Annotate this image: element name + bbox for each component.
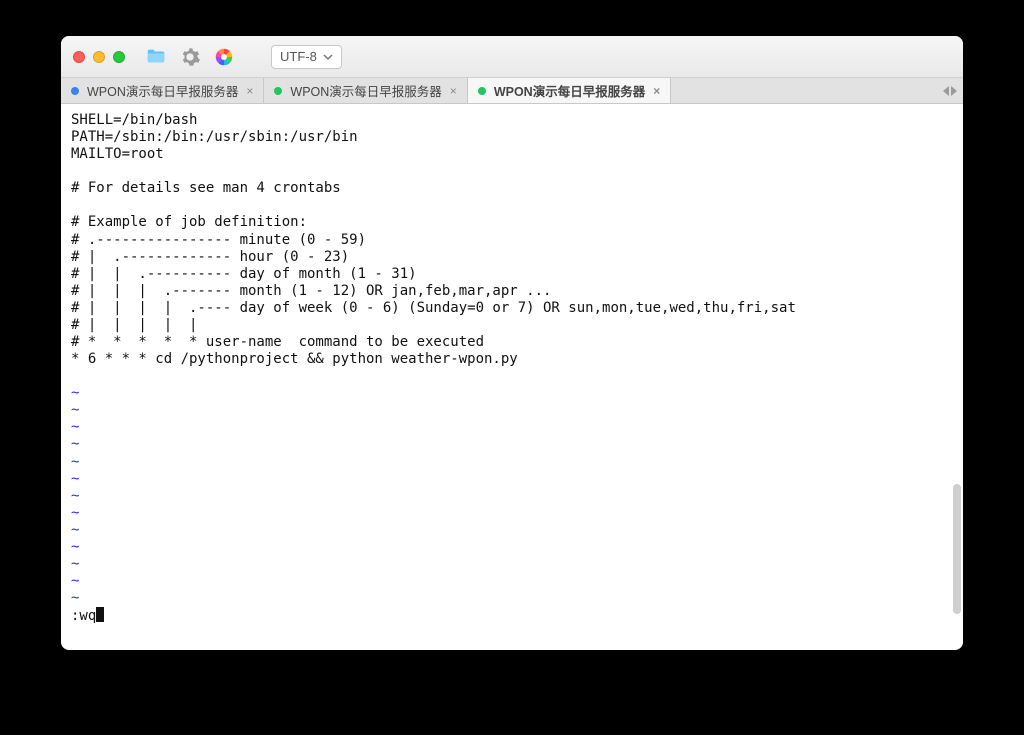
tab-label: WPON演示每日早报服务器: [494, 81, 645, 100]
folder-icon[interactable]: [143, 44, 169, 70]
tab-1[interactable]: WPON演示每日早报服务器 ×: [264, 78, 467, 103]
chevron-down-icon: [323, 52, 333, 62]
close-icon[interactable]: [73, 51, 85, 63]
tabbar: WPON演示每日早报服务器 × WPON演示每日早报服务器 × WPON演示每日…: [61, 78, 963, 104]
vertical-scrollbar[interactable]: [953, 484, 961, 614]
tab-label: WPON演示每日早报服务器: [290, 81, 441, 100]
gear-icon[interactable]: [177, 44, 203, 70]
status-dot-icon: [71, 87, 79, 95]
chevron-right-icon[interactable]: [951, 86, 957, 96]
close-icon[interactable]: ×: [653, 85, 660, 97]
traffic-lights: [73, 51, 125, 63]
tab-2[interactable]: WPON演示每日早报服务器 ×: [468, 78, 671, 103]
status-dot-icon: [274, 87, 282, 95]
tab-scroller[interactable]: [943, 78, 963, 103]
editor-content[interactable]: SHELL=/bin/bash PATH=/sbin:/bin:/usr/sbi…: [61, 104, 963, 650]
editor-area[interactable]: SHELL=/bin/bash PATH=/sbin:/bin:/usr/sbi…: [61, 104, 963, 650]
color-wheel-icon[interactable]: [211, 44, 237, 70]
close-icon[interactable]: ×: [246, 85, 253, 97]
status-dot-icon: [478, 87, 486, 95]
minimize-icon[interactable]: [93, 51, 105, 63]
encoding-label: UTF-8: [280, 49, 317, 64]
tab-0[interactable]: WPON演示每日早报服务器 ×: [61, 78, 264, 103]
chevron-left-icon[interactable]: [943, 86, 949, 96]
zoom-icon[interactable]: [113, 51, 125, 63]
titlebar: UTF-8: [61, 36, 963, 78]
encoding-select[interactable]: UTF-8: [271, 45, 342, 69]
terminal-window: UTF-8 WPON演示每日早报服务器 × WPON演示每日早报服务器 × WP…: [61, 36, 963, 650]
tab-label: WPON演示每日早报服务器: [87, 81, 238, 100]
close-icon[interactable]: ×: [450, 85, 457, 97]
